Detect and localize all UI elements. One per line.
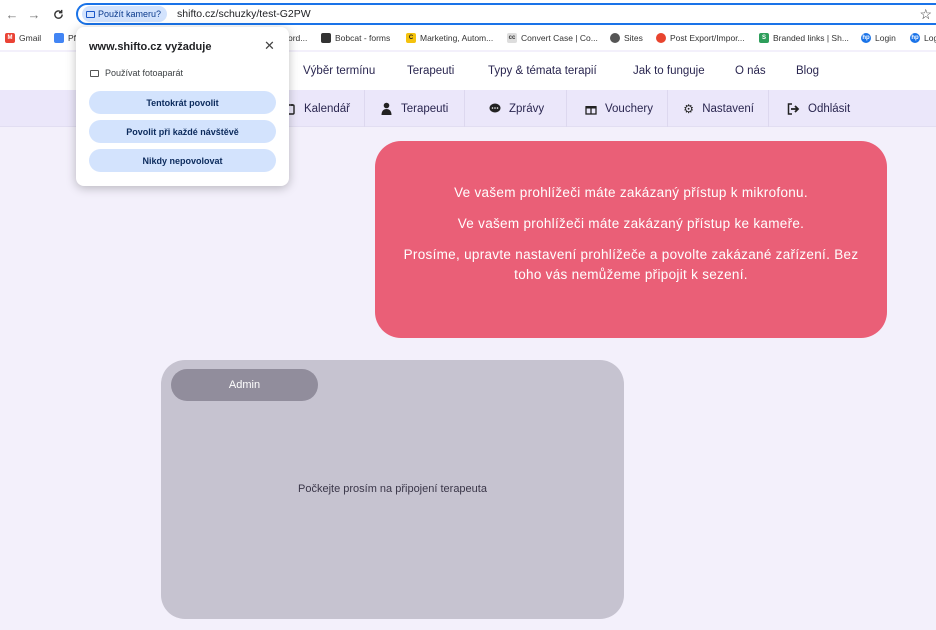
subnav-nastaveni[interactable]: ⚙ Nastavení bbox=[683, 90, 769, 127]
forward-icon[interactable]: → bbox=[22, 0, 46, 28]
permission-label: Používat fotoaparát bbox=[105, 68, 184, 78]
never-allow-button[interactable]: Nikdy nepovolovat bbox=[89, 149, 276, 172]
subnav-odhlasit[interactable]: Odhlásit bbox=[787, 90, 867, 127]
allow-once-button[interactable]: Tentokrát povolit bbox=[89, 91, 276, 114]
hp-icon: hp bbox=[861, 33, 871, 43]
bookmark-label: Pf bbox=[68, 33, 77, 43]
bookmark-label: Sites bbox=[624, 33, 643, 43]
nav-o-nas[interactable]: O nás bbox=[735, 65, 766, 77]
bookmark-bobcat[interactable]: Bobcat - forms bbox=[321, 33, 390, 43]
subnav-terapeuti[interactable]: Terapeuti bbox=[380, 90, 465, 127]
branded-links-icon: S bbox=[759, 33, 769, 43]
bookmark-label: Bobcat - forms bbox=[335, 33, 391, 43]
subnav-label: Vouchery bbox=[605, 102, 653, 115]
bookmark-ord[interactable]: ord... bbox=[288, 33, 307, 43]
bookmark-label: Log bbox=[924, 33, 936, 43]
post-export-icon bbox=[656, 33, 666, 43]
browser-toolbar: ← → Použít kameru? shifto.cz/schuzky/tes… bbox=[0, 0, 936, 28]
bookmark-label: Gmail bbox=[19, 33, 42, 43]
sites-icon bbox=[610, 33, 620, 43]
camera-chip-label: Použít kameru? bbox=[98, 9, 162, 19]
bobcat-icon bbox=[321, 33, 331, 43]
subnav-label: Terapeuti bbox=[401, 102, 449, 115]
bookmark-label: Login bbox=[875, 33, 896, 43]
bookmark-gmail[interactable]: M Gmail bbox=[5, 33, 41, 43]
bookmark-login[interactable]: hp Login bbox=[861, 33, 896, 43]
nav-typy-temata[interactable]: Typy & témata terapií bbox=[488, 65, 597, 77]
convertcase-icon: cc bbox=[507, 33, 517, 43]
reload-icon[interactable] bbox=[46, 0, 70, 28]
address-bar[interactable]: Použít kameru? shifto.cz/schuzky/test-G2… bbox=[76, 3, 936, 25]
settings-instruction: Prosíme, upravte nastavení prohlížeče a … bbox=[403, 247, 859, 282]
reload-glyph bbox=[53, 9, 63, 19]
bookmark-log[interactable]: hp Log bbox=[910, 33, 936, 43]
nav-terapeuti[interactable]: Terapeuti bbox=[407, 65, 454, 77]
camera-permission-chip[interactable]: Použít kameru? bbox=[82, 6, 168, 22]
subnav-zpravy[interactable]: Zprávy bbox=[488, 90, 567, 127]
camera-permission-popup: www.shifto.cz vyžaduje ✕ Používat fotoap… bbox=[76, 27, 289, 186]
bookmark-convert-case[interactable]: cc Convert Case | Co... bbox=[507, 33, 598, 43]
bookmark-label: Post Export/Impor... bbox=[670, 33, 745, 43]
marketing-icon: C bbox=[406, 33, 416, 43]
device-access-alert: Ve vašem prohlížeči máte zakázaný přístu… bbox=[375, 141, 887, 338]
chat-icon bbox=[488, 102, 501, 115]
bookmark-star-icon[interactable]: ☆ bbox=[919, 6, 932, 23]
popup-title: www.shifto.cz vyžaduje bbox=[89, 41, 212, 53]
logout-icon bbox=[787, 102, 800, 115]
subnav-label: Zprávy bbox=[509, 102, 545, 115]
waiting-message: Počkejte prosím na připojení terapeuta bbox=[298, 483, 487, 495]
allow-every-visit-button[interactable]: Povolit při každé návštěvě bbox=[89, 120, 276, 143]
bookmark-label: Marketing, Autom... bbox=[420, 33, 494, 43]
bookmark-label: Branded links | Sh... bbox=[773, 33, 849, 43]
microphone-blocked-message: Ve vašem prohlížeči máte zakázaný přístu… bbox=[454, 185, 808, 200]
subnav-kalendar[interactable]: Kalendář bbox=[283, 90, 365, 127]
gift-icon bbox=[584, 102, 597, 115]
subnav-label: Odhlásit bbox=[808, 102, 851, 115]
camera-icon bbox=[86, 10, 95, 18]
nav-vyber-terminu[interactable]: Výběr termínu bbox=[303, 65, 375, 77]
bookmark-branded-links[interactable]: S Branded links | Sh... bbox=[759, 33, 849, 43]
back-icon[interactable]: ← bbox=[0, 0, 24, 28]
camera-icon bbox=[90, 69, 99, 77]
camera-blocked-message: Ve vašem prohlížeči máte zakázaný přístu… bbox=[457, 216, 805, 231]
participant-name-badge: Admin bbox=[171, 369, 318, 401]
person-icon bbox=[380, 102, 393, 115]
bookmark-post-export[interactable]: Post Export/Impor... bbox=[656, 33, 745, 43]
hp-icon: hp bbox=[910, 33, 920, 43]
gmail-icon: M bbox=[5, 33, 15, 43]
url-text[interactable]: shifto.cz/schuzky/test-G2PW bbox=[177, 8, 311, 20]
subnav-vouchery[interactable]: Vouchery bbox=[584, 90, 668, 127]
bookmark-label: ord... bbox=[288, 33, 308, 43]
nav-jak-to-funguje[interactable]: Jak to funguje bbox=[633, 65, 705, 77]
bookmark-marketing[interactable]: C Marketing, Autom... bbox=[406, 33, 493, 43]
close-icon[interactable]: ✕ bbox=[264, 38, 275, 54]
gear-icon: ⚙ bbox=[683, 101, 694, 116]
bookmark-sites[interactable]: Sites bbox=[610, 33, 643, 43]
subnav-label: Nastavení bbox=[702, 102, 754, 115]
bookmark-label: Convert Case | Co... bbox=[521, 33, 598, 43]
docs-icon bbox=[54, 33, 64, 43]
video-panel: Admin Počkejte prosím na připojení terap… bbox=[161, 360, 624, 619]
permission-request: Používat fotoaparát bbox=[90, 68, 183, 78]
bookmark-pf[interactable]: Pf bbox=[54, 33, 76, 43]
subnav-label: Kalendář bbox=[303, 102, 350, 115]
nav-blog[interactable]: Blog bbox=[796, 65, 819, 77]
